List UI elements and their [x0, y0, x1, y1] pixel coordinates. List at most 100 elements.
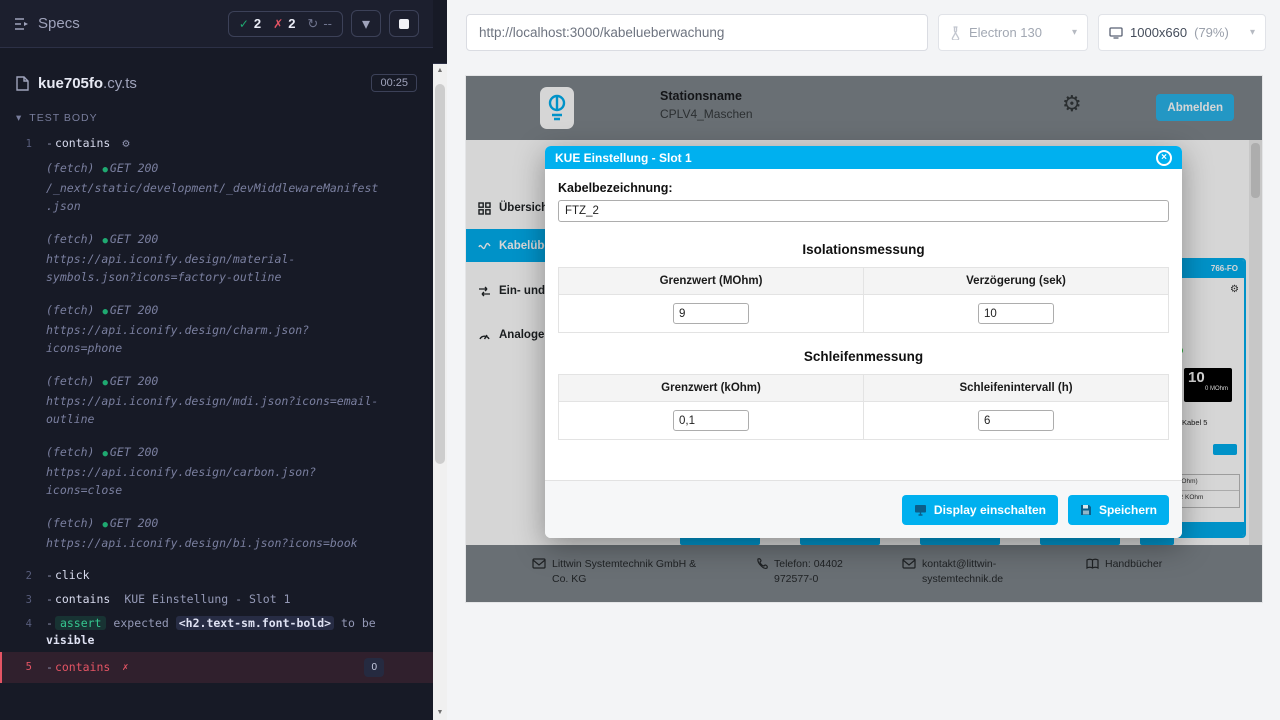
specs-label: Specs — [38, 15, 80, 32]
fetch-url: https://api.iconify.design/carbon.json?i… — [46, 463, 384, 499]
command-method: contains — [55, 592, 110, 606]
loop-table: Grenzwert (kOhm) Schleifenintervall (h) — [558, 374, 1169, 440]
display-on-button[interactable]: Display einschalten — [902, 495, 1058, 525]
command-contains-2[interactable]: 3 -containsKUE Einstellung - Slot 1 — [0, 588, 433, 612]
specs-menu-button[interactable]: Specs — [14, 15, 80, 32]
pending-count: -- — [323, 16, 332, 31]
command-contains-1[interactable]: 1 -contains⚙ — [0, 132, 433, 156]
fetch-status: GET 200 — [110, 232, 158, 246]
chevron-down-icon: ▾ — [362, 14, 370, 34]
fetch-status: GET 200 — [110, 516, 158, 530]
command-message: KUE Einstellung - Slot 1 — [124, 592, 290, 606]
url-input[interactable] — [479, 25, 915, 40]
status-dot-icon: ● — [102, 449, 107, 459]
loop-limit-input[interactable] — [673, 410, 749, 431]
pending-stat: ↻ -- — [307, 16, 332, 32]
modal-body: Kabelbezeichnung: Isolationsmessung Gren… — [545, 169, 1182, 480]
scroll-down-button[interactable]: ▼ — [433, 706, 447, 720]
network-log[interactable]: (fetch)●GET 200 https://api.iconify.desi… — [0, 369, 433, 431]
fetch-tag: (fetch) — [46, 161, 94, 175]
isolation-table: Grenzwert (MOhm) Verzögerung (sek) — [558, 267, 1169, 333]
column-header: Verzögerung (sek) — [864, 268, 1169, 295]
column-header: Grenzwert (kOhm) — [559, 375, 864, 402]
fetch-status: GET 200 — [110, 374, 158, 388]
network-log[interactable]: (fetch)●GET 200 https://api.iconify.desi… — [0, 511, 433, 555]
assert-selector: <h2.text-sm.font-bold> — [176, 616, 334, 630]
test-body-label: TEST BODY — [29, 112, 97, 124]
isolation-heading: Isolationsmessung — [558, 242, 1169, 257]
stop-icon — [399, 19, 409, 29]
spec-name[interactable]: kue705fo.cy.ts — [38, 75, 137, 92]
cypress-reporter: Specs ✓2 ✗2 ↻-- ▾ kue705fo.cy.ts 00:25 — [0, 0, 433, 720]
app-under-test: Stationsname CPLV4_Maschen ⚙ Abmelden Üb… — [466, 76, 1262, 602]
network-log[interactable]: (fetch)●GET 200 https://api.iconify.desi… — [0, 440, 433, 502]
fetch-tag: (fetch) — [46, 445, 94, 459]
preview-pane: Electron 130 ▾ 1000x660 (79%) ▾ Stations… — [447, 0, 1280, 720]
floppy-icon — [1080, 504, 1092, 516]
test-body-toggle[interactable]: ▾ TEST BODY — [16, 112, 417, 124]
gear-icon: ⚙ — [122, 136, 129, 150]
fetch-tag: (fetch) — [46, 232, 94, 246]
passed-check-icon: ✓ — [239, 17, 249, 31]
chevron-down-icon: ▾ — [1250, 27, 1255, 38]
fail-x-icon: ✗ — [122, 659, 128, 676]
command-assert[interactable]: 4 -assert expected <h2.text-sm.font-bold… — [0, 612, 433, 652]
collapse-dropdown-button[interactable]: ▾ — [351, 10, 381, 37]
preview-toolbar: Electron 130 ▾ 1000x660 (79%) ▾ — [447, 0, 1280, 51]
command-click[interactable]: 2 -click — [0, 564, 433, 588]
modal-titlebar: KUE Einstellung - Slot 1 × — [545, 146, 1182, 169]
specs-list-icon — [14, 17, 30, 31]
spec-header: kue705fo.cy.ts 00:25 — [16, 74, 417, 92]
command-method: contains — [55, 136, 110, 150]
command-number: 4 — [0, 615, 46, 633]
fetch-tag: (fetch) — [46, 516, 94, 530]
fetch-url: https://api.iconify.design/mdi.json?icon… — [46, 392, 384, 428]
fetch-url: https://api.iconify.design/bi.json?icons… — [46, 534, 384, 552]
iso-limit-input[interactable] — [673, 303, 749, 324]
close-icon[interactable]: × — [1156, 150, 1172, 166]
kue-settings-modal: KUE Einstellung - Slot 1 × Kabelbezeichn… — [545, 146, 1182, 538]
assert-badge: assert — [55, 616, 107, 630]
network-log[interactable]: (fetch)●GET 200 https://api.iconify.desi… — [0, 298, 433, 360]
element-count-badge: 0 — [364, 658, 384, 677]
pending-retry-icon: ↻ — [307, 16, 318, 32]
passed-stat: ✓2 — [239, 16, 261, 31]
fetch-status: GET 200 — [110, 161, 158, 175]
command-number: 1 — [0, 135, 46, 153]
scrollbar-thumb[interactable] — [435, 84, 445, 464]
reporter-panel: Specs ✓2 ✗2 ↻-- ▾ kue705fo.cy.ts 00:25 — [0, 0, 447, 720]
command-number: 5 — [2, 658, 46, 676]
scrollbar-track[interactable]: ▲ ▼ — [433, 64, 447, 720]
reporter-topbar: Specs ✓2 ✗2 ↻-- ▾ — [0, 0, 433, 48]
failed-stat: ✗2 — [273, 16, 295, 31]
loop-interval-input[interactable] — [978, 410, 1054, 431]
modal-title: KUE Einstellung - Slot 1 — [555, 151, 692, 165]
cable-name-input[interactable] — [558, 200, 1169, 222]
spec-duration: 00:25 — [371, 74, 417, 92]
url-bar[interactable] — [466, 14, 928, 51]
command-contains-failed[interactable]: 5 -contains ✗ 0 — [0, 652, 433, 683]
iso-delay-input[interactable] — [978, 303, 1054, 324]
command-method: contains — [55, 659, 110, 676]
save-button[interactable]: Speichern — [1068, 495, 1169, 525]
viewport-zoom: (79%) — [1194, 25, 1229, 40]
scroll-up-button[interactable]: ▲ — [433, 64, 447, 78]
flask-icon — [949, 26, 962, 40]
column-header: Grenzwert (MOhm) — [559, 268, 864, 295]
spec-file-icon — [16, 76, 29, 91]
fetch-tag: (fetch) — [46, 374, 94, 388]
fetch-url: /_next/static/development/_devMiddleware… — [46, 179, 384, 215]
stop-button[interactable] — [389, 10, 419, 37]
network-log[interactable]: (fetch)●GET 200 /_next/static/developmen… — [0, 156, 433, 218]
status-dot-icon: ● — [102, 307, 107, 317]
viewport-select[interactable]: 1000x660 (79%) ▾ — [1098, 14, 1266, 51]
command-log: 1 -contains⚙ (fetch)●GET 200 /_next/stat… — [0, 132, 433, 683]
passed-count: 2 — [254, 16, 261, 31]
column-header: Schleifenintervall (h) — [864, 375, 1169, 402]
monitor-icon — [914, 504, 927, 516]
fetch-url: https://api.iconify.design/charm.json?ic… — [46, 321, 384, 357]
network-log[interactable]: (fetch)●GET 200 https://api.iconify.desi… — [0, 227, 433, 289]
viewport-size: 1000x660 — [1130, 25, 1187, 40]
test-stats: ✓2 ✗2 ↻-- — [228, 11, 343, 37]
browser-select[interactable]: Electron 130 ▾ — [938, 14, 1088, 51]
